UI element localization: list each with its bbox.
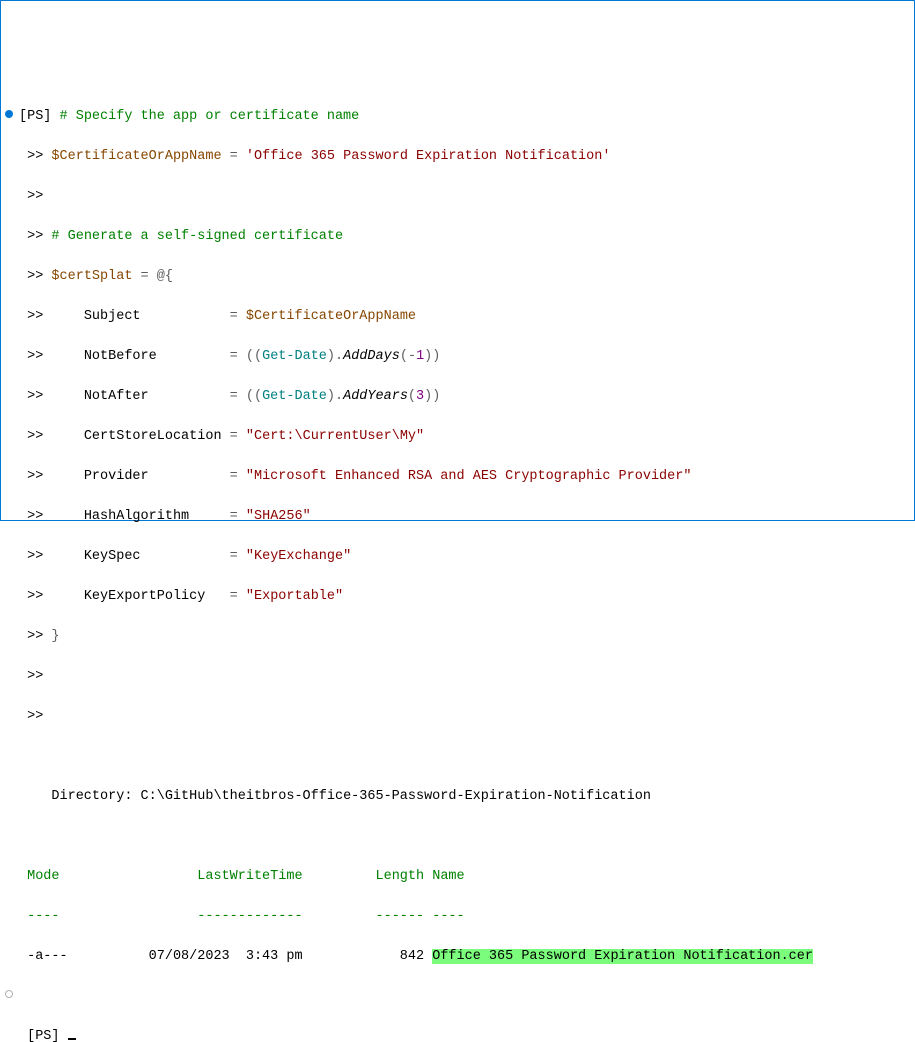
cursor-icon xyxy=(68,1038,76,1040)
code-line: >> KeyExportPolicy = "Exportable" xyxy=(5,587,910,607)
code-line: >> HashAlgorithm = "SHA256" xyxy=(5,507,910,527)
code-line: >> xyxy=(5,667,910,687)
table-header: Mode LastWriteTime Length Name xyxy=(5,867,910,887)
blank-line xyxy=(5,827,910,847)
table-divider: ---- ------------- ------ ---- xyxy=(5,907,910,927)
code-line: [PS] # Specify the app or certificate na… xyxy=(5,107,910,127)
code-line: >> xyxy=(5,707,910,727)
code-line: >> Provider = "Microsoft Enhanced RSA an… xyxy=(5,467,910,487)
code-line: >> NotAfter = ((Get-Date).AddYears(3)) xyxy=(5,387,910,407)
active-marker-icon xyxy=(5,110,13,118)
code-line: >> CertStoreLocation = "Cert:\CurrentUse… xyxy=(5,427,910,447)
code-line: >> Subject = $CertificateOrAppName xyxy=(5,307,910,327)
directory-line: Directory: C:\GitHub\theitbros-Office-36… xyxy=(5,787,910,807)
blank-line xyxy=(5,987,910,1007)
code-line: >> NotBefore = ((Get-Date).AddDays(-1)) xyxy=(5,347,910,367)
code-line: >> $CertificateOrAppName = 'Office 365 P… xyxy=(5,147,910,167)
prompt-line[interactable]: [PS] xyxy=(5,1027,910,1042)
code-line: >> } xyxy=(5,627,910,647)
blank-line xyxy=(5,747,910,767)
code-line: >> $certSplat = @{ xyxy=(5,267,910,287)
code-line: >> xyxy=(5,187,910,207)
terminal-output[interactable]: [PS] # Specify the app or certificate na… xyxy=(5,87,910,1042)
code-line: >> # Generate a self-signed certificate xyxy=(5,227,910,247)
table-row: -a--- 07/08/2023 3:43 pm 842 Office 365 … xyxy=(5,947,910,967)
highlighted-filename: Office 365 Password Expiration Notificat… xyxy=(432,949,813,964)
inactive-marker-icon xyxy=(5,990,13,998)
code-line: >> KeySpec = "KeyExchange" xyxy=(5,547,910,567)
